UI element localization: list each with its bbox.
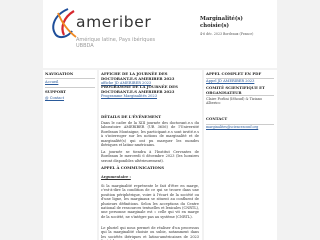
logo-tagline: Amérique latine, Pays ibériques UBBDA bbox=[76, 37, 156, 49]
full-call-pdf-heading: APPEL COMPLET EN PDF bbox=[206, 71, 262, 76]
navigation-heading: NAVIGATION bbox=[45, 71, 74, 76]
left-sidebar: NAVIGATION Accueil SUPPORT @ Contact bbox=[43, 70, 97, 240]
event-details-heading: DÉTAILS DE L'ÉVÉNEMENT bbox=[101, 114, 162, 119]
ameriber-logo[interactable]: ameriber Amérique latine, Pays ibériques… bbox=[46, 3, 184, 65]
support-heading: SUPPORT bbox=[45, 89, 66, 94]
program-heading: PROGRAMME DE LA JOURNÉE DES DOCTORANT.E.… bbox=[101, 84, 178, 94]
call-pdf-link[interactable]: Appel JD AMERIBER 2023 bbox=[206, 79, 254, 84]
argument-paragraph-2: Le pluriel qui nous permet de réaliser d… bbox=[101, 226, 199, 240]
argument-subheading: Argumentaire : bbox=[101, 175, 131, 179]
page-margin-left bbox=[0, 0, 43, 240]
poster-heading: AFFICHE DE LA JOURNÉE DES DOCTORANT.E.S … bbox=[101, 71, 175, 81]
main-content: AFFICHE DE LA JOURNÉE DES DOCTORANT.E.S … bbox=[99, 70, 202, 240]
nav-home-link[interactable]: Accueil bbox=[45, 80, 58, 85]
logo-wordmark: ameriber bbox=[76, 13, 152, 31]
page-title: Marginalité(s) choisie(s) bbox=[200, 16, 243, 29]
page-margin-right bbox=[277, 0, 320, 240]
divider bbox=[45, 78, 95, 79]
event-description-paragraph: Dans le cadre de la XIII journée des doc… bbox=[101, 121, 199, 148]
divider bbox=[206, 95, 274, 96]
committee-members: Claire Forlini (Iéhoud) & Tiziano Alberi… bbox=[206, 97, 263, 106]
site-header: ameriber Amérique latine, Pays ibériques… bbox=[43, 0, 277, 68]
program-link[interactable]: Programme Marginalités 2023 bbox=[101, 94, 199, 99]
contact-email-link[interactable]: marginalites@sciencesconf.org bbox=[206, 125, 258, 130]
argument-paragraph: Si la marginalité représente le fait d'ê… bbox=[101, 184, 199, 219]
event-date-location: 4-6 déc. 2023 Bordeaux (France) bbox=[200, 32, 254, 36]
contact-link[interactable]: @ Contact bbox=[45, 96, 64, 101]
contact-heading: CONTACT bbox=[206, 116, 228, 121]
program-section: PROGRAMME DE LA JOURNÉE DES DOCTORANT.E.… bbox=[101, 84, 199, 99]
logo-swirl-icon bbox=[52, 8, 77, 39]
committee-heading: COMITÉ SCIENTIFIQUE ET ORGANISATEUR bbox=[206, 85, 265, 95]
event-venue-paragraph: La journée se tiendra à l'Institut Cerva… bbox=[101, 150, 199, 163]
call-for-papers-heading: APPEL À COMMUNICATIONS bbox=[101, 165, 164, 170]
divider bbox=[45, 87, 95, 88]
right-sidebar: APPEL COMPLET EN PDF Appel JD AMERIBER 2… bbox=[204, 70, 277, 240]
